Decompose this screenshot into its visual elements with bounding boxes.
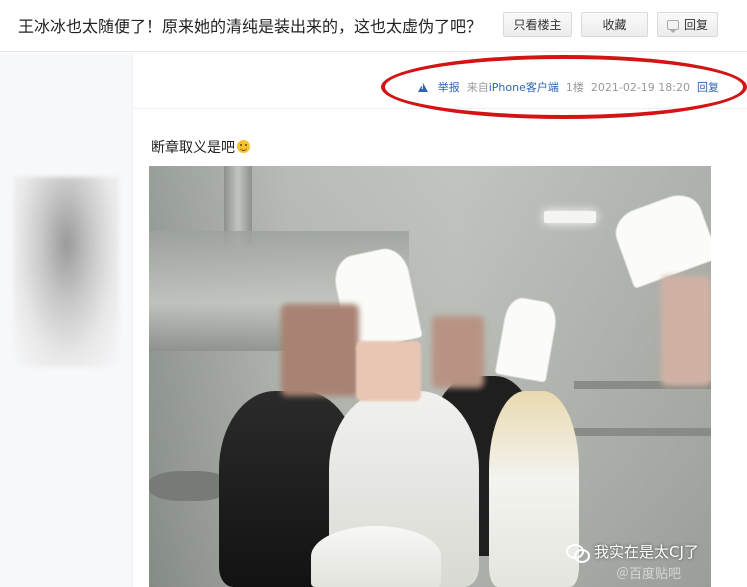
author-column <box>0 53 133 587</box>
post-text: 断章取义是吧 <box>151 137 250 157</box>
client-link[interactable]: iPhone客户端 <box>489 81 559 94</box>
post-tail: 举报 来自iPhone客户端 1楼 2021-02-19 18:20 回复 <box>411 79 719 95</box>
thread-title: 王冰冰也太随便了！原来她的清纯是装出来的，这也太虚伪了吧？ <box>18 17 483 36</box>
photo-plates <box>311 526 441 587</box>
baidu-tieba-watermark: ＠百度贴吧 <box>616 567 682 582</box>
photo-pot <box>149 471 229 501</box>
blurred-face <box>432 316 484 388</box>
floor-number: 1楼 <box>565 81 584 94</box>
post-photo[interactable] <box>149 166 711 587</box>
blurred-face <box>281 304 359 396</box>
wechat-icon <box>566 543 590 563</box>
grin-emoji-icon <box>237 140 250 153</box>
watermark-text: 我实在是太CJ了 <box>594 543 699 561</box>
favorite-button[interactable]: 收藏 <box>581 12 648 37</box>
post-reply-link[interactable]: 回复 <box>697 79 719 95</box>
reply-button-label: 回复 <box>683 18 708 32</box>
comment-icon <box>666 19 679 33</box>
reply-button[interactable]: 回复 <box>657 12 718 37</box>
blurred-face <box>661 276 711 386</box>
post-tail-bar: 举报 来自iPhone客户端 1楼 2021-02-19 18:20 回复 <box>133 53 747 109</box>
avatar[interactable] <box>14 177 119 367</box>
only-owner-button[interactable]: 只看楼主 <box>503 12 572 37</box>
report-link[interactable]: 举报 <box>411 79 460 95</box>
post-text-content: 断章取义是吧 <box>151 140 235 156</box>
wechat-watermark: 我实在是太CJ了 <box>566 541 699 563</box>
photo-face <box>356 341 421 401</box>
report-label: 举报 <box>437 81 460 94</box>
photo-ceiling-light <box>544 211 596 223</box>
warning-icon <box>417 82 428 92</box>
thread-header: 王冰冰也太随便了！原来她的清纯是装出来的，这也太虚伪了吧？ 只看楼主 收藏 回复 <box>0 0 747 52</box>
photo-shelf <box>574 428 711 436</box>
post-source: 来自iPhone客户端 <box>466 81 559 94</box>
post-time: 2021-02-19 18:20 <box>590 80 690 94</box>
